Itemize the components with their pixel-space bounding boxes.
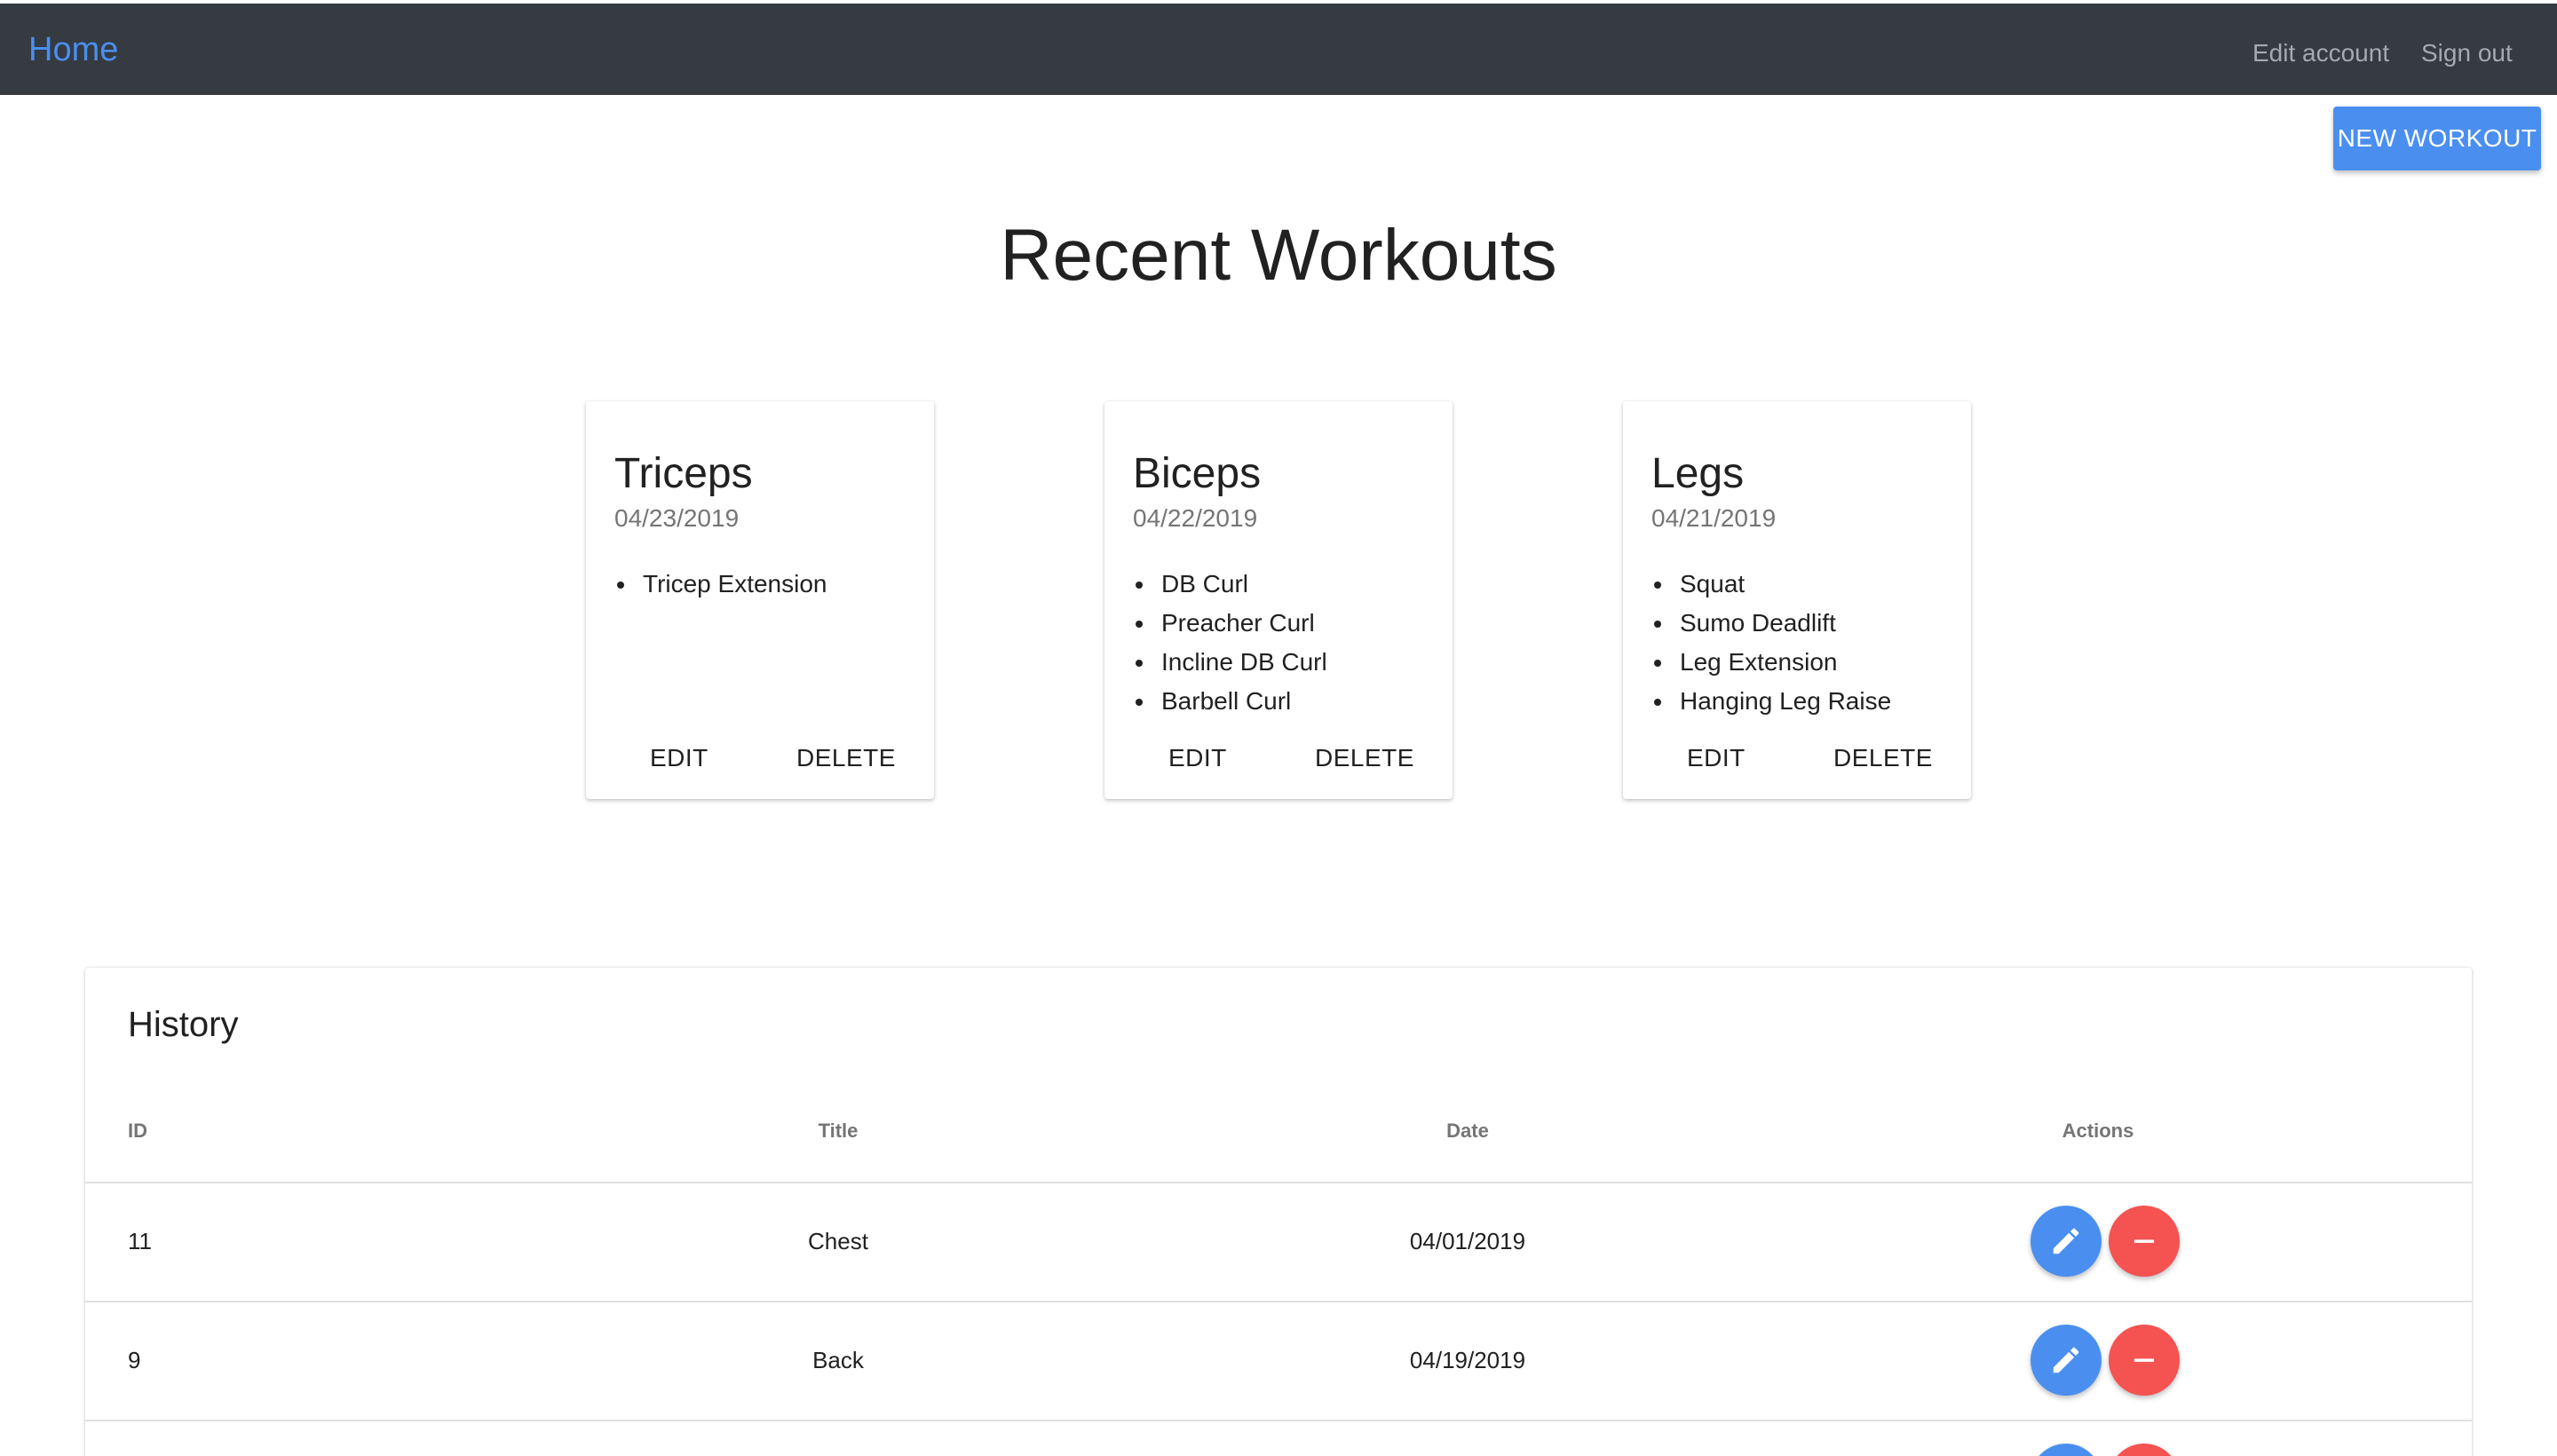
row-edit-button[interactable] [2031,1325,2102,1396]
workout-card: Biceps 04/22/2019 DB Curl Preacher Curl … [1104,401,1453,799]
card-delete-button[interactable]: DELETE [796,735,896,781]
row-edit-button[interactable] [2031,1206,2102,1277]
card-title: Legs [1651,450,1745,497]
exercise-list: DB Curl Preacher Curl Incline DB Curl Ba… [1133,565,1327,721]
exercise-item: Squat [1651,565,1891,604]
home-link[interactable]: Home [28,27,118,73]
column-header-date[interactable]: Date [1290,1117,1645,1145]
pencil-icon [2053,1228,2079,1254]
column-header-id[interactable]: ID [128,1117,147,1145]
row-date: 04/19/2019 [1409,1347,1526,1373]
card-edit-button[interactable]: EDIT [1687,735,1746,781]
row-delete-button[interactable] [2109,1206,2180,1277]
card-date: 04/23/2019 [614,504,740,532]
row-divider [85,1301,2472,1302]
card-delete-button[interactable]: DELETE [1833,735,1933,781]
exercise-item: Incline DB Curl [1133,643,1327,682]
column-header-title[interactable]: Title [707,1117,970,1145]
card-delete-button[interactable]: DELETE [1315,735,1414,781]
row-title: Chest [808,1228,868,1254]
pencil-icon [2053,1347,2079,1373]
app-frame: Home Edit account Sign out NEW WORKOUT R… [0,0,2557,1456]
card-date: 04/22/2019 [1133,504,1258,532]
minus-icon [2133,1358,2155,1362]
exercise-item: Hanging Leg Raise [1651,682,1891,721]
row-id: 9 [128,1347,141,1373]
row-delete-button[interactable] [2109,1444,2180,1456]
sign-out-link[interactable]: Sign out [2421,36,2513,71]
card-edit-button[interactable]: EDIT [1168,735,1227,781]
history-table: History ID Title Date Actions 11 Chest 0… [85,968,2472,1456]
exercise-item: Tricep Extension [614,565,827,604]
exercise-item: Leg Extension [1651,643,1891,682]
exercise-item: Preacher Curl [1133,604,1327,643]
minus-icon [2133,1239,2155,1243]
card-date: 04/21/2019 [1651,504,1777,532]
exercise-list: Tricep Extension [614,565,827,604]
card-title: Triceps [614,450,753,497]
row-delete-button[interactable] [2109,1325,2180,1396]
top-navbar: Home Edit account Sign out [0,4,2557,95]
history-title: History [128,1005,239,1044]
new-workout-button[interactable]: NEW WORKOUT [2333,107,2541,170]
row-divider [85,1182,2472,1183]
exercise-item: Sumo Deadlift [1651,604,1891,643]
page-title: Recent Workouts [1000,215,1557,296]
exercise-item: Barbell Curl [1133,682,1327,721]
row-divider [85,1420,2472,1421]
workout-card: Legs 04/21/2019 Squat Sumo Deadlift Leg … [1623,401,1971,799]
exercise-item: DB Curl [1133,565,1327,604]
exercise-list: Squat Sumo Deadlift Leg Extension Hangin… [1651,565,1891,721]
edit-account-link[interactable]: Edit account [2252,36,2389,71]
row-date: 04/01/2019 [1409,1228,1526,1254]
row-edit-button[interactable] [2031,1444,2102,1456]
card-title: Biceps [1133,450,1262,497]
column-header-actions: Actions [2062,1120,2134,1142]
row-id: 11 [128,1228,152,1254]
row-title: Back [812,1347,864,1373]
workout-card: Triceps 04/23/2019 Tricep Extension EDIT… [586,401,934,799]
card-edit-button[interactable]: EDIT [650,735,709,781]
